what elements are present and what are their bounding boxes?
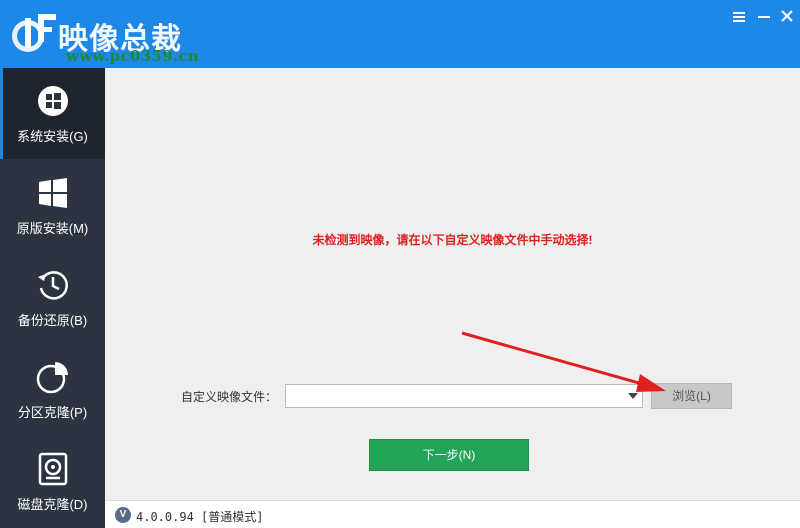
close-button[interactable]	[775, 6, 799, 28]
sidebar-item-original-install[interactable]: 原版安装(M)	[0, 160, 105, 251]
main-panel: 未检测到映像，请在以下自定义映像文件中手动选择! 自定义映像文件： 浏览(L) …	[105, 68, 800, 500]
sidebar: 系统安装(G) 原版安装(M) 备份还原(B) 分区克隆(P) 磁盘克隆(D)	[0, 68, 105, 528]
sidebar-item-system-install[interactable]: 系统安装(G)	[0, 68, 105, 159]
version-text: 4.0.0.94 [普通模式]	[136, 510, 264, 524]
chevron-down-icon[interactable]	[628, 393, 638, 399]
sidebar-item-disk-clone[interactable]: 磁盘克隆(D)	[0, 436, 105, 527]
windows-logo-circle-icon	[36, 84, 70, 118]
watermark-text: www.pc0359.cn	[66, 47, 199, 65]
sidebar-item-label: 原版安装(M)	[16, 221, 89, 236]
no-image-notice: 未检测到映像，请在以下自定义映像文件中手动选择!	[312, 233, 593, 247]
custom-image-file-combo[interactable]	[285, 384, 643, 408]
title-bar: 映像总裁 www.pc0359.cn	[0, 0, 800, 68]
custom-image-file-label: 自定义映像文件：	[181, 390, 278, 404]
disk-icon	[36, 452, 70, 486]
pie-chart-icon	[36, 360, 70, 394]
sidebar-item-label: 系统安装(G)	[17, 129, 88, 144]
sidebar-item-label: 分区克隆(P)	[17, 405, 88, 420]
status-bar: V 4.0.0.94 [普通模式]	[105, 500, 800, 528]
browse-button[interactable]: 浏览(L)	[651, 383, 732, 409]
app-logo-icon	[8, 10, 62, 56]
version-icon: V	[115, 507, 131, 523]
menu-icon	[733, 12, 745, 22]
clock-restore-icon	[36, 268, 70, 302]
minimize-icon	[758, 16, 770, 18]
next-step-button[interactable]: 下一步(N)	[369, 439, 529, 471]
sidebar-item-label: 磁盘克隆(D)	[17, 497, 88, 512]
sidebar-item-backup-restore[interactable]: 备份还原(B)	[0, 252, 105, 343]
sidebar-item-partition-clone[interactable]: 分区克隆(P)	[0, 344, 105, 435]
windows-logo-icon	[36, 176, 70, 210]
sidebar-item-label: 备份还原(B)	[17, 313, 88, 328]
minimize-button[interactable]	[752, 6, 776, 28]
close-icon	[781, 10, 793, 22]
menu-button[interactable]	[727, 6, 751, 28]
custom-image-file-input[interactable]	[286, 385, 620, 407]
